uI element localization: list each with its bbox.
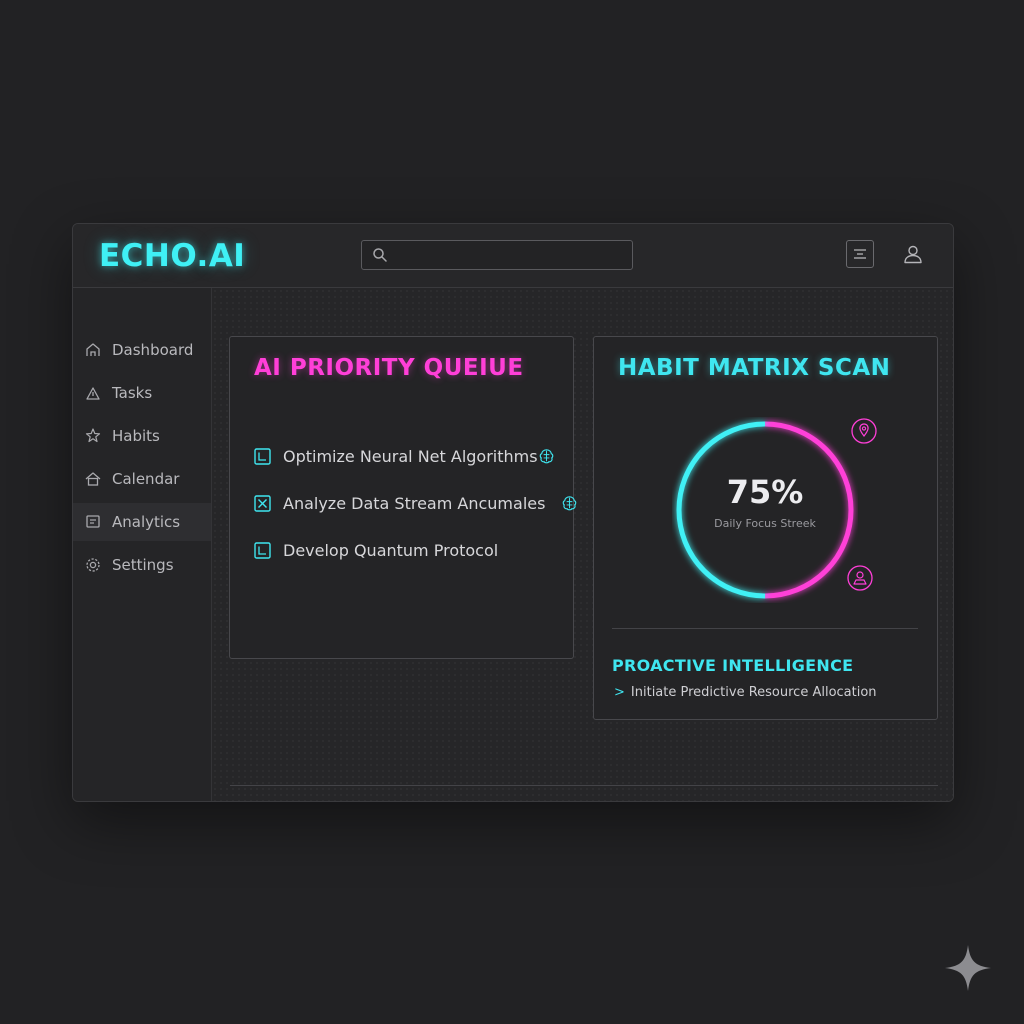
search-input[interactable] [394, 241, 628, 271]
home-icon [86, 343, 100, 356]
calendar-icon [85, 472, 101, 486]
checkbox-unchecked-icon[interactable] [254, 448, 271, 465]
analytics-icon [86, 515, 100, 528]
sidebar-item-label: Tasks [112, 384, 153, 402]
sidebar-item-tasks[interactable]: Tasks [73, 374, 211, 412]
sidebar-item-label: Habits [112, 427, 160, 445]
checkbox-unchecked-icon[interactable] [254, 542, 271, 559]
tasks-icon [86, 387, 100, 400]
sidebar-item-label: Dashboard [112, 341, 194, 359]
task-item[interactable]: Develop Quantum Protocol [254, 539, 564, 565]
user-icon [904, 245, 922, 264]
sidebar-item-settings[interactable]: Settings [73, 546, 211, 584]
sidebar-item-label: Settings [112, 556, 174, 574]
search-icon [373, 248, 387, 262]
brain-icon [562, 496, 577, 511]
task-label: Develop Quantum Protocol [283, 541, 499, 560]
priority-queue-card: AI PRIORITY QUEIUE Optimize Neural Net A… [229, 336, 577, 659]
habits-icon [85, 428, 101, 443]
sidebar-item-analytics[interactable]: Analytics [73, 503, 211, 541]
habit-matrix-card: HABIT MATRIX SCAN 75% Daily Focus Streek [593, 336, 938, 720]
sidebar-item-label: Calendar [112, 470, 180, 488]
top-bar: ECHO.AI [73, 224, 953, 288]
gear-icon [86, 558, 100, 572]
sidebar-nav: Dashboard Tasks Habits Calendar Analytic… [73, 288, 212, 801]
insight-action-label: Initiate Predictive Resource Allocation [630, 685, 877, 700]
insight-action-link[interactable]: > Initiate Predictive Resource Allocation [614, 685, 877, 700]
user-button[interactable] [899, 240, 927, 268]
task-label: Analyze Data Stream Ancumales [283, 494, 546, 513]
queue-title: AI PRIORITY QUEIUE [254, 355, 524, 381]
menu-button[interactable] [846, 240, 874, 268]
menu-icon [854, 249, 866, 259]
sparkle-icon [945, 945, 991, 991]
app-window: ECHO.AI Dashboard Tasks Habits Calendar … [72, 223, 954, 802]
search-box[interactable] [361, 240, 633, 271]
habit-title: HABIT MATRIX SCAN [618, 355, 891, 381]
task-item[interactable]: Optimize Neural Net Algorithms [254, 445, 564, 471]
checkbox-checked-icon[interactable] [254, 495, 271, 512]
focus-progress-ring: 75% Daily Focus Streek [672, 417, 858, 603]
card-divider [612, 628, 918, 629]
location-pin-icon[interactable] [850, 417, 878, 445]
insight-title: PROACTIVE INTELLIGENCE [612, 656, 854, 675]
brain-icon [539, 449, 554, 464]
bottom-divider [230, 785, 938, 786]
sidebar-item-dashboard[interactable]: Dashboard [73, 331, 211, 369]
task-item[interactable]: Analyze Data Stream Ancumales [254, 492, 577, 518]
person-badge-icon[interactable] [846, 564, 874, 592]
sidebar-item-calendar[interactable]: Calendar [73, 460, 211, 498]
chevron-right-icon: > [614, 685, 625, 700]
task-label: Optimize Neural Net Algorithms [283, 447, 538, 466]
sidebar-item-habits[interactable]: Habits [73, 417, 211, 455]
app-logo: ECHO.AI [99, 238, 246, 274]
main-content: AI PRIORITY QUEIUE Optimize Neural Net A… [212, 288, 953, 801]
ring-caption: Daily Focus Streek [714, 517, 816, 530]
sidebar-item-label: Analytics [112, 513, 181, 531]
ring-percentage: 75% [726, 473, 804, 511]
